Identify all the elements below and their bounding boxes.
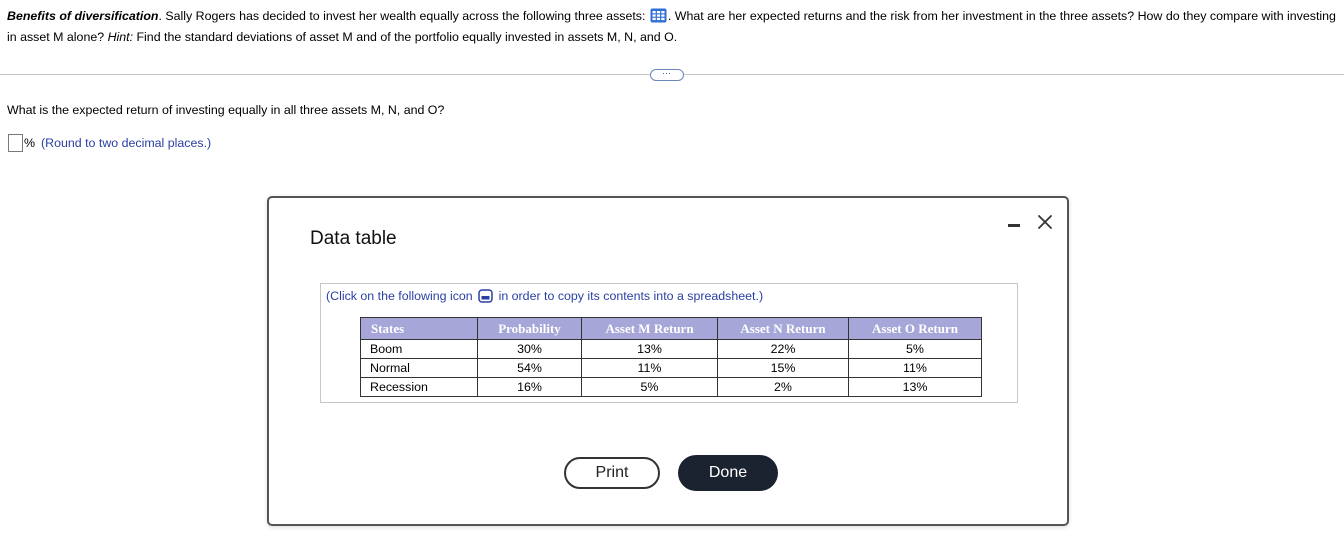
close-icon[interactable]: [1036, 213, 1054, 231]
dialog-title: Data table: [310, 228, 397, 249]
table-cell: 2%: [717, 377, 849, 397]
table-cell: Recession: [360, 377, 478, 397]
column-header: Asset N Return: [717, 317, 849, 340]
hint-label: Hint:: [107, 30, 134, 44]
sub-question: What is the expected return of investing…: [7, 103, 445, 117]
table-cell: 15%: [717, 358, 849, 378]
answer-input[interactable]: [8, 134, 23, 152]
page: Benefits of diversification. Sally Roger…: [0, 0, 1344, 538]
table-cell: 16%: [477, 377, 582, 397]
answer-row: % (Round to two decimal places.): [8, 134, 211, 152]
table-cell: Normal: [360, 358, 478, 378]
column-header: Asset M Return: [581, 317, 718, 340]
data-table-icon[interactable]: [650, 8, 667, 23]
column-header: States: [360, 317, 478, 340]
table-cell: 11%: [848, 358, 982, 378]
returns-table: States Probability Asset M Return Asset …: [360, 317, 982, 397]
column-header: Asset O Return: [848, 317, 982, 340]
table-cell: Boom: [360, 339, 478, 359]
question-text: Benefits of diversification. Sally Roger…: [7, 8, 1336, 44]
data-panel: (Click on the following icon in order to…: [320, 283, 1018, 403]
table-cell: 22%: [717, 339, 849, 359]
table-header-row: States Probability Asset M Return Asset …: [360, 317, 982, 340]
expand-button[interactable]: ⋯: [650, 69, 684, 81]
data-table-dialog: Data table (Click on the following icon …: [267, 196, 1069, 526]
question-title: Benefits of diversification: [7, 9, 159, 23]
print-button[interactable]: Print: [564, 457, 660, 489]
column-header: Probability: [477, 317, 582, 340]
table-cell: 54%: [477, 358, 582, 378]
table-cell: 13%: [848, 377, 982, 397]
table-row: Boom 30% 13% 22% 5%: [360, 339, 982, 359]
answer-unit: %: [24, 136, 36, 150]
table-cell: 5%: [581, 377, 718, 397]
done-button[interactable]: Done: [678, 455, 778, 491]
minimize-icon[interactable]: [1008, 224, 1020, 227]
table-cell: 5%: [848, 339, 982, 359]
copy-to-spreadsheet-icon[interactable]: [478, 289, 493, 303]
copy-note: (Click on the following icon in order to…: [326, 289, 764, 303]
answer-hint: (Round to two decimal places.): [41, 136, 212, 150]
table-cell: 30%: [477, 339, 582, 359]
table-row: Recession 16% 5% 2% 13%: [360, 377, 982, 397]
table-cell: 11%: [581, 358, 718, 378]
table-cell: 13%: [581, 339, 718, 359]
table-row: Normal 54% 11% 15% 11%: [360, 358, 982, 378]
